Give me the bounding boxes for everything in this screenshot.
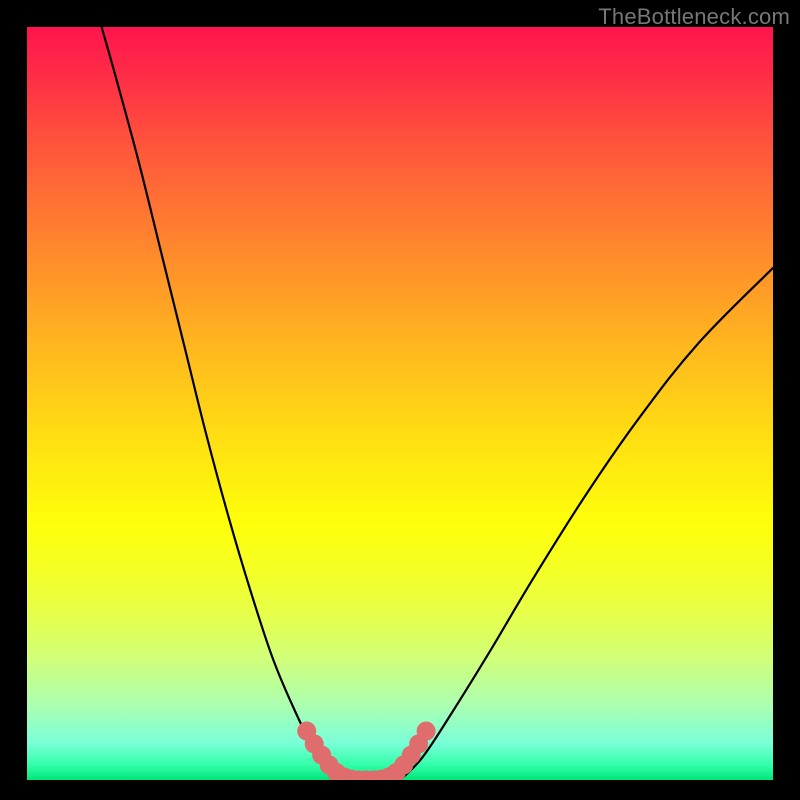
valley-markers (297, 722, 435, 780)
curve-layer (27, 27, 773, 780)
plot-area (27, 27, 773, 780)
chart-frame: TheBottleneck.com (0, 0, 800, 800)
valley-marker (417, 722, 436, 741)
bottleneck-curve (102, 27, 773, 780)
